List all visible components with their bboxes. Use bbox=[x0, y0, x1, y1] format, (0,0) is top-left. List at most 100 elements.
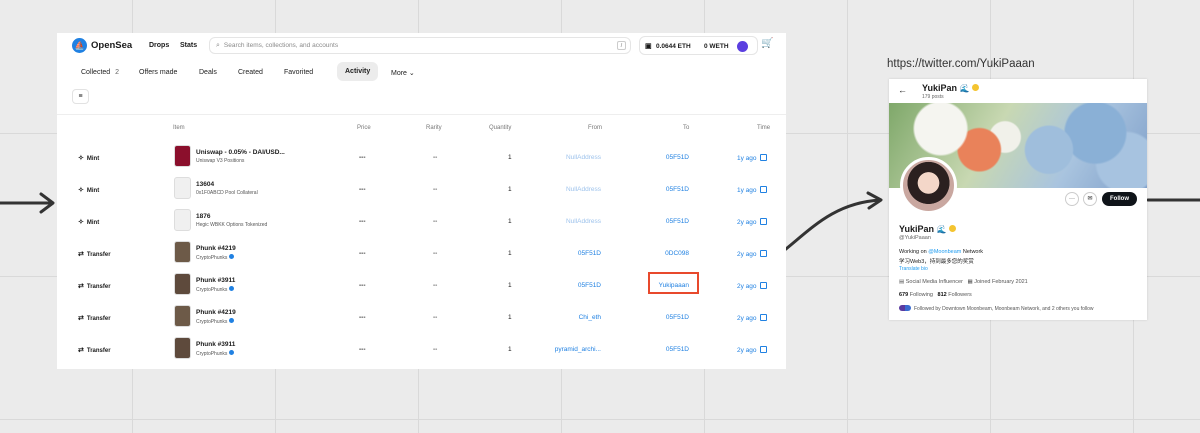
time[interactable]: 2y ago bbox=[737, 314, 767, 322]
item-thumbnail[interactable] bbox=[174, 177, 191, 199]
tab-activity[interactable]: Activity bbox=[337, 62, 379, 81]
tab-collected[interactable]: Collected 2 bbox=[81, 69, 119, 76]
table-row[interactable]: ⇄ Transfer Phunk #3911 CryptoPhunks --- -- 1 py… bbox=[57, 333, 786, 365]
time[interactable]: 1y ago bbox=[737, 154, 767, 162]
item-collection[interactable]: Uniswap V3 Positions bbox=[196, 158, 244, 164]
search-shortcut-key: / bbox=[617, 41, 626, 50]
item-thumbnail[interactable] bbox=[174, 305, 191, 327]
nav-drops[interactable]: Drops bbox=[149, 42, 169, 49]
following-label: Following bbox=[909, 292, 933, 298]
profile-avatar[interactable] bbox=[900, 157, 957, 214]
event-type: ✧ Mint bbox=[78, 218, 99, 226]
followers-label: Followers bbox=[948, 292, 972, 298]
bio-line-1: Working on @Moonbeam Network bbox=[899, 249, 983, 255]
followed-by[interactable]: Followed by Downtown Moonbeam, Moonbeam … bbox=[899, 305, 1094, 312]
transfer-icon: ⇄ bbox=[78, 251, 84, 258]
search-placeholder: Search items, collections, and accounts bbox=[223, 42, 339, 49]
opensea-panel: ⛵ OpenSea Drops Stats ⌕ Search items, co… bbox=[57, 33, 786, 369]
price: --- bbox=[359, 346, 366, 353]
table-row[interactable]: ⇄ Transfer Phunk #4219 CryptoPhunks --- -- 1 Ch… bbox=[57, 301, 786, 333]
column-header-to: To bbox=[683, 125, 690, 131]
message-icon[interactable]: ✉ bbox=[1083, 192, 1097, 206]
followers-link[interactable]: 812 Followers bbox=[938, 292, 972, 298]
table-row[interactable]: ✧ Mint 13604 0x1F0ABCD Pool Collateral --- --… bbox=[57, 173, 786, 205]
item-thumbnail[interactable] bbox=[174, 337, 191, 359]
account-avatar[interactable] bbox=[737, 41, 748, 52]
tab-favorited[interactable]: Favorited bbox=[284, 69, 313, 76]
tab-deals[interactable]: Deals bbox=[199, 69, 217, 76]
item-collection[interactable]: CryptoPhunks bbox=[196, 286, 235, 293]
item-name[interactable]: Uniswap - 0.05% - DAI/USD... bbox=[196, 149, 285, 156]
nav-stats[interactable]: Stats bbox=[180, 42, 197, 49]
to-address[interactable]: 05F51D bbox=[629, 154, 689, 161]
follow-stats: 679 Following 812 Followers bbox=[899, 292, 972, 298]
following-link[interactable]: 679 Following bbox=[899, 292, 933, 298]
search-input[interactable]: ⌕ Search items, collections, and account… bbox=[209, 37, 631, 54]
from-address[interactable]: NullAddress bbox=[501, 186, 601, 193]
transfer-icon: ⇄ bbox=[78, 347, 84, 354]
column-header-rarity: Rarity bbox=[426, 125, 442, 131]
translate-bio-link[interactable]: Translate bio bbox=[899, 266, 928, 272]
rarity: -- bbox=[433, 250, 438, 257]
table-row[interactable]: ✧ Mint Uniswap - 0.05% - DAI/USD... Uniswap… bbox=[57, 141, 786, 173]
collection-name: CryptoPhunks bbox=[196, 351, 228, 357]
item-name[interactable]: Phunk #4219 bbox=[196, 245, 236, 252]
time[interactable]: 1y ago bbox=[737, 186, 767, 194]
twitter-url[interactable]: https://twitter.com/YukiPaaan bbox=[887, 58, 1035, 70]
bio-mention-link[interactable]: @Moonbeam bbox=[928, 249, 961, 255]
tab-more[interactable]: More ⌄ bbox=[391, 69, 415, 77]
from-address[interactable]: 05F51D bbox=[501, 282, 601, 289]
filter-icon[interactable]: ≡ bbox=[72, 89, 89, 104]
time[interactable]: 2y ago bbox=[737, 250, 767, 258]
more-options-icon[interactable]: ··· bbox=[1065, 192, 1079, 206]
table-row[interactable]: ⇄ Transfer Phunk #4219 CryptoPhunks --- -- 1 05… bbox=[57, 237, 786, 269]
time[interactable]: 2y ago bbox=[737, 346, 767, 354]
time[interactable]: 2y ago bbox=[737, 218, 767, 226]
tab-created[interactable]: Created bbox=[238, 69, 263, 76]
back-arrow-icon[interactable]: ← bbox=[898, 85, 907, 95]
to-address[interactable]: 05F51D bbox=[629, 346, 689, 353]
item-thumbnail[interactable] bbox=[174, 209, 191, 231]
opensea-logo-icon[interactable]: ⛵ bbox=[72, 38, 87, 53]
tab-offers-made[interactable]: Offers made bbox=[139, 69, 177, 76]
to-address[interactable]: 05F51D bbox=[629, 218, 689, 225]
followed-by-text: Followed by Downtown Moonbeam, Moonbeam … bbox=[914, 306, 1094, 312]
item-name[interactable]: 13604 bbox=[196, 181, 214, 188]
verified-icon bbox=[229, 350, 235, 355]
cart-icon[interactable]: 🛒 bbox=[761, 38, 773, 49]
collection-name: 0x1F0ABCD Pool Collateral bbox=[196, 190, 258, 196]
item-name[interactable]: 1876 bbox=[196, 213, 210, 220]
item-thumbnail[interactable] bbox=[174, 145, 191, 167]
from-address[interactable]: Chi_eth bbox=[501, 314, 601, 321]
item-collection[interactable]: CryptoPhunks bbox=[196, 350, 235, 357]
rarity: -- bbox=[433, 346, 438, 353]
followers-count: 812 bbox=[937, 292, 947, 298]
tab-label: More bbox=[391, 70, 407, 77]
column-header-item: Item bbox=[173, 125, 185, 131]
to-address[interactable]: 05F51D bbox=[629, 314, 689, 321]
from-address[interactable]: NullAddress bbox=[501, 218, 601, 225]
wallet-balance[interactable]: ▣ 0.0644 ETH 0 WETH bbox=[639, 36, 758, 55]
table-row[interactable]: ✧ Mint 1876 Hegic WBKK Options Tokenized ---… bbox=[57, 205, 786, 237]
handle: @YukiPaaan bbox=[899, 235, 931, 241]
verified-badge-icon bbox=[949, 225, 957, 232]
item-thumbnail[interactable] bbox=[174, 273, 191, 295]
item-collection[interactable]: CryptoPhunks bbox=[196, 318, 235, 325]
item-collection[interactable]: Hegic WBKK Options Tokenized bbox=[196, 222, 267, 228]
item-collection[interactable]: CryptoPhunks bbox=[196, 254, 235, 261]
item-name[interactable]: Phunk #3911 bbox=[196, 277, 235, 284]
item-thumbnail[interactable] bbox=[174, 241, 191, 263]
to-address[interactable]: 05F51D bbox=[629, 186, 689, 193]
from-address[interactable]: NullAddress bbox=[501, 154, 601, 161]
time[interactable]: 2y ago bbox=[737, 282, 767, 290]
item-collection[interactable]: 0x1F0ABCD Pool Collateral bbox=[196, 190, 258, 196]
to-address[interactable]: 0DC098 bbox=[629, 250, 689, 257]
follow-button[interactable]: Follow bbox=[1102, 192, 1137, 206]
search-icon: ⌕ bbox=[216, 41, 220, 49]
calendar-icon: ▦ bbox=[967, 279, 973, 285]
from-address[interactable]: pyramid_archi... bbox=[501, 346, 601, 353]
from-address[interactable]: 05F51D bbox=[501, 250, 601, 257]
item-name[interactable]: Phunk #3911 bbox=[196, 341, 235, 348]
brand-name[interactable]: OpenSea bbox=[91, 40, 132, 51]
item-name[interactable]: Phunk #4219 bbox=[196, 309, 236, 316]
